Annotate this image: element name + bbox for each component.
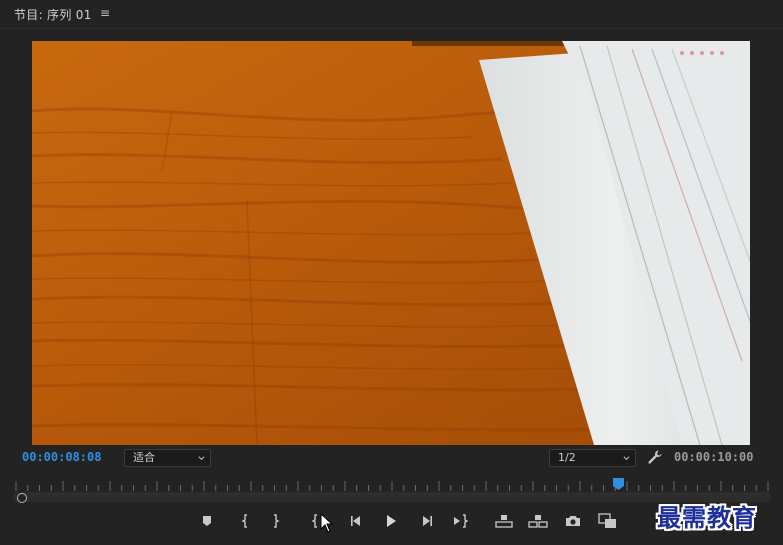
extract-button[interactable] [527,508,549,534]
extract-icon [528,515,548,528]
fit-zoom-value: 适合 [133,451,155,464]
chevron-down-icon [198,456,205,461]
compare-view-button[interactable] [597,508,619,534]
hamburger-menu-icon[interactable]: ≡ [100,6,110,20]
go-to-out-button[interactable] [449,508,471,534]
lift-icon [495,515,513,528]
panel-header: 节目: 序列 01 ≡ [0,0,783,29]
go-to-out-icon [454,514,468,528]
marker-icon [203,516,211,526]
camera-icon [566,516,580,526]
export-frame-button[interactable] [562,508,584,534]
zoom-scroll-handle[interactable] [17,493,27,503]
mark-in-icon [241,514,247,528]
step-back-icon [351,516,360,526]
video-preview[interactable] [32,41,750,445]
step-forward-button[interactable] [416,508,438,534]
duration-timecode: 00:00:10:00 [674,450,754,464]
mark-out-button[interactable] [265,508,287,534]
lift-button[interactable] [493,508,515,534]
panel-title[interactable]: 节目: 序列 01 [14,6,92,23]
add-marker-button[interactable] [196,508,218,534]
step-back-button[interactable] [345,508,367,534]
playhead[interactable] [613,478,625,490]
program-monitor-panel: 节目: 序列 01 ≡ 00:00:08:08 适合 1/2 00:00:10:… [0,0,783,545]
mark-out-icon [274,514,280,528]
mouse-pointer-icon [320,513,334,533]
time-ruler[interactable] [14,477,770,491]
play-icon [387,515,396,527]
chevron-down-icon [623,456,630,461]
comparison-icon [598,513,616,528]
wrench-icon[interactable] [647,449,663,465]
current-timecode[interactable]: 00:00:08:08 [22,450,101,464]
playback-resolution-select[interactable]: 1/2 [549,449,636,467]
play-button[interactable] [380,508,402,534]
watermark-text: 最需教育 [657,503,757,532]
video-frame-image [32,41,750,445]
fit-zoom-select[interactable]: 适合 [124,449,211,467]
playback-resolution-value: 1/2 [558,451,576,464]
mark-in-button[interactable] [234,508,256,534]
step-forward-icon [423,516,432,526]
